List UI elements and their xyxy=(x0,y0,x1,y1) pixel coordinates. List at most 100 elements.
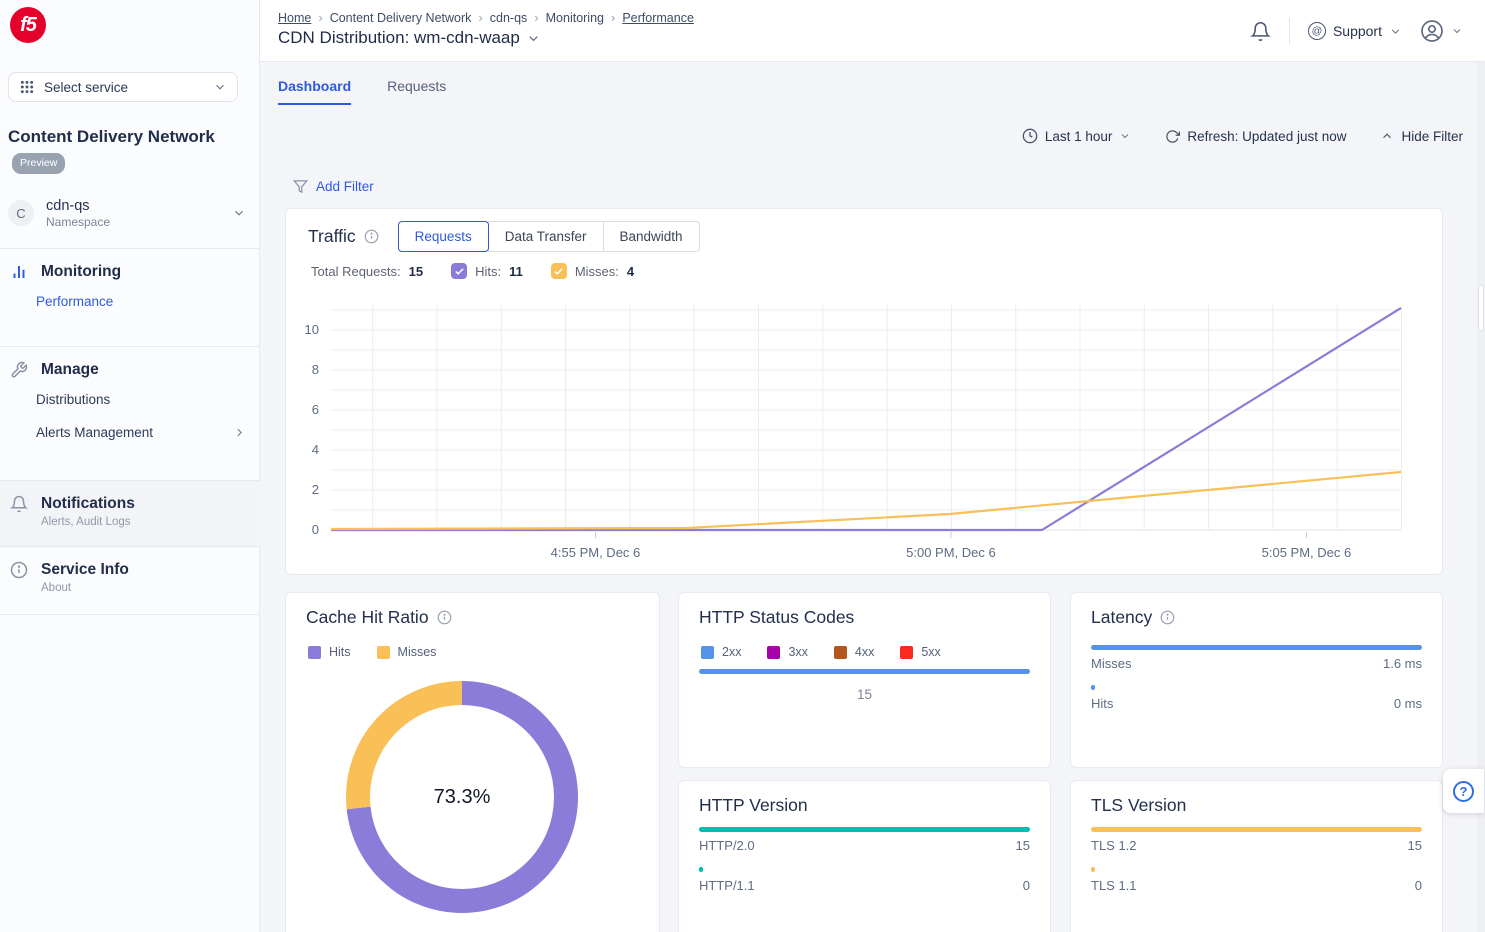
manage-header[interactable]: Manage xyxy=(0,347,260,383)
traffic-line-chart[interactable]: 02468104:55 PM, Dec 65:00 PM, Dec 65:05 … xyxy=(286,289,1444,569)
support-label: Support xyxy=(1333,23,1382,39)
legend-5xx[interactable]: 5xx xyxy=(900,645,940,659)
chevron-up-icon xyxy=(1380,129,1394,143)
preview-badge: Preview xyxy=(12,153,65,173)
account-menu[interactable] xyxy=(1420,19,1463,43)
status-codes-value: 15 xyxy=(679,687,1050,702)
traffic-tab-requests[interactable]: Requests xyxy=(398,221,489,252)
breadcrumb-cdn[interactable]: Content Delivery Network xyxy=(330,11,472,25)
status-codes-bar[interactable] xyxy=(699,669,1030,674)
add-filter-button[interactable]: Add Filter xyxy=(293,179,374,194)
refresh-button[interactable]: Refresh: Updated just now xyxy=(1165,129,1346,144)
bar-row-tls-1-1[interactable]: TLS 1.10 xyxy=(1091,867,1422,893)
chevron-down-icon xyxy=(1389,25,1402,38)
sidebar-item-distributions[interactable]: Distributions xyxy=(0,383,260,416)
donut-hole: 73.3% xyxy=(370,705,554,889)
y-axis-tick-label: 6 xyxy=(312,402,319,417)
metric-value: 15 xyxy=(1408,838,1422,853)
bar-row-hits[interactable]: Hits 0 ms xyxy=(1091,685,1422,711)
tab-dashboard[interactable]: Dashboard xyxy=(278,78,351,105)
legend-hits[interactable]: Hits xyxy=(308,645,351,659)
4xx-label: 4xx xyxy=(855,645,874,659)
traffic-tab-data-transfer[interactable]: Data Transfer xyxy=(488,221,604,252)
legend-4xx[interactable]: 4xx xyxy=(834,645,874,659)
alerts-management-label: Alerts Management xyxy=(36,425,153,440)
misses-value: 4 xyxy=(627,264,634,279)
sidebar-item-alerts-management[interactable]: Alerts Management xyxy=(0,416,260,449)
legend-3xx[interactable]: 3xx xyxy=(767,645,807,659)
namespace-name: cdn-qs xyxy=(46,198,110,214)
breadcrumb-performance[interactable]: Performance xyxy=(622,11,694,25)
total-requests-stat: Total Requests: 15 xyxy=(311,264,423,279)
sidebar-section-notifications[interactable]: Notifications Alerts, Audit Logs xyxy=(0,480,260,546)
metric-label: HTTP/2.0 xyxy=(699,838,755,853)
help-fab-button[interactable]: ? xyxy=(1443,769,1484,813)
metric-meta: TLS 1.10 xyxy=(1091,878,1422,893)
http-status-codes-card: HTTP Status Codes 2xx3xx4xx5xx 15 xyxy=(678,592,1051,768)
status-codes-legend: 2xx 3xx 4xx 5xx xyxy=(701,645,941,659)
help-question-icon: ? xyxy=(1453,781,1474,802)
metric-value: 0 ms xyxy=(1394,696,1422,711)
y-axis-tick-label: 10 xyxy=(305,322,319,337)
y-axis-tick-label: 0 xyxy=(312,522,319,537)
page-title: CDN Distribution: wm-cdn-waap xyxy=(278,28,520,48)
chevron-down-icon xyxy=(232,206,246,220)
hide-filter-label: Hide Filter xyxy=(1401,129,1463,144)
content-area: Dashboard Requests Last 1 hour Refresh: … xyxy=(260,62,1485,932)
breadcrumb-home[interactable]: Home xyxy=(278,11,311,25)
bar-row-misses[interactable]: Misses1.6 ms xyxy=(1091,645,1422,671)
breadcrumb-namespace[interactable]: cdn-qs xyxy=(490,11,528,25)
select-service-dropdown[interactable]: Select service xyxy=(8,72,238,102)
f5-logo: f5 xyxy=(10,7,46,43)
hits-swatch xyxy=(308,646,321,659)
support-menu[interactable]: @ Support xyxy=(1308,22,1402,40)
legend-2xx[interactable]: 2xx xyxy=(701,645,741,659)
y-axis-tick-label: 8 xyxy=(312,362,319,377)
tls-version-bars: TLS 1.215 TLS 1.10 xyxy=(1091,827,1422,907)
product-title-text: Content Delivery Network xyxy=(8,127,215,146)
bar-row-http-1-1[interactable]: HTTP/1.10 xyxy=(699,867,1030,893)
latency-bars: Misses1.6 ms Hits 0 ms xyxy=(1091,645,1422,725)
sidebar-section-service-info[interactable]: Service Info About xyxy=(0,546,260,614)
breadcrumb-separator: › xyxy=(611,10,615,25)
tab-requests[interactable]: Requests xyxy=(387,78,446,105)
3xx-swatch xyxy=(767,646,780,659)
misses-checkbox[interactable] xyxy=(551,263,567,279)
3xx-label: 3xx xyxy=(788,645,807,659)
bar-row-tls-1-2[interactable]: TLS 1.215 xyxy=(1091,827,1422,853)
chevron-down-icon[interactable] xyxy=(526,31,541,46)
info-icon[interactable] xyxy=(364,229,379,244)
info-icon[interactable] xyxy=(437,610,452,625)
bar-row-http-2-0[interactable]: HTTP/2.0 15 xyxy=(699,827,1030,853)
misses-label: Misses: xyxy=(575,264,619,279)
y-axis-tick-label: 4 xyxy=(312,442,319,457)
time-range-dropdown[interactable]: Last 1 hour xyxy=(1022,128,1132,144)
scrollbar-thumb[interactable] xyxy=(1478,285,1484,331)
tls-version-title: TLS Version xyxy=(1091,795,1186,816)
metric-label: TLS 1.1 xyxy=(1091,878,1137,893)
hide-filter-button[interactable]: Hide Filter xyxy=(1380,129,1463,144)
cache-donut-chart[interactable]: 73.3% xyxy=(346,681,578,913)
namespace-selector[interactable]: C cdn-qs Namespace xyxy=(0,190,260,236)
info-icon[interactable] xyxy=(1160,610,1175,625)
x-axis-tick-label: 5:00 PM, Dec 6 xyxy=(906,545,996,560)
5xx-swatch xyxy=(900,646,913,659)
notifications-label: Notifications xyxy=(41,495,135,513)
hits-checkbox[interactable] xyxy=(451,263,467,279)
total-requests-label: Total Requests: xyxy=(311,264,401,279)
sidebar-item-performance[interactable]: Performance xyxy=(0,285,260,318)
misses-swatch xyxy=(377,646,390,659)
notifications-bell-button[interactable] xyxy=(1250,21,1271,42)
metric-label: Hits xyxy=(1091,696,1113,711)
chevron-down-icon xyxy=(213,80,227,94)
traffic-tab-bandwidth[interactable]: Bandwidth xyxy=(603,221,700,252)
clock-icon xyxy=(1022,128,1038,144)
info-icon xyxy=(10,561,28,579)
traffic-view-switcher: Requests Data Transfer Bandwidth xyxy=(399,221,700,252)
http-version-card: HTTP Version HTTP/2.015HTTP/1.10 xyxy=(678,780,1051,932)
service-info-subtitle: About xyxy=(41,582,129,594)
metric-value: 15 xyxy=(1016,838,1030,853)
monitoring-header[interactable]: Monitoring xyxy=(0,249,260,285)
breadcrumb-monitoring[interactable]: Monitoring xyxy=(546,11,604,25)
legend-misses[interactable]: Misses xyxy=(377,645,437,659)
